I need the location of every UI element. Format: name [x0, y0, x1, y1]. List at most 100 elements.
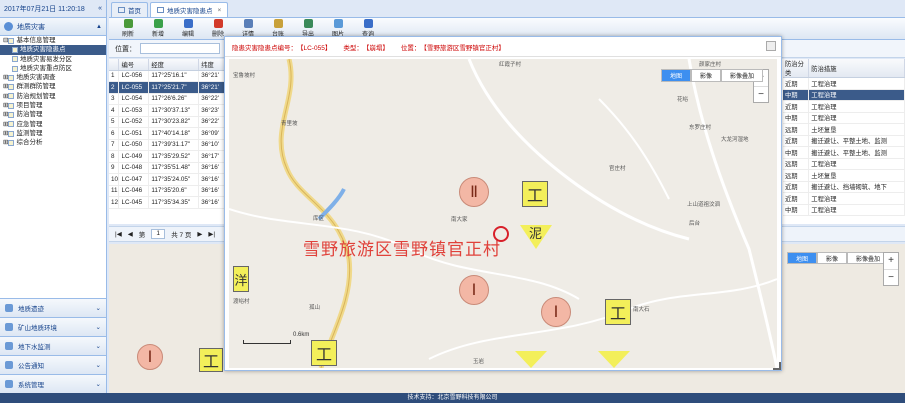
table-cell: 117°35'51.48" — [148, 162, 200, 174]
tree-node[interactable]: ⊞ 防治管理 — [0, 110, 106, 119]
map-type-tab[interactable]: 影像叠加 — [720, 69, 763, 82]
collapse-sidebar-icon[interactable]: « — [98, 5, 102, 12]
landslide-marker[interactable]: 洋 — [233, 266, 249, 292]
hazard-level-marker[interactable]: Ⅰ — [541, 297, 571, 327]
tree-node[interactable]: 地质灾害重点防区 — [0, 64, 106, 73]
panel-collapse-icon[interactable]: ▲ — [96, 24, 102, 30]
table-row[interactable]: 远期 土坯复垦 — [783, 123, 905, 136]
selected-hazard-marker[interactable] — [493, 226, 509, 242]
table-row[interactable]: 6 LC-051 117°40'14.18" 36°09' — [109, 127, 231, 140]
table-row[interactable]: 2 LC-055 117°25'21.7" 36°21' — [109, 81, 231, 94]
table-row[interactable]: 远期 土坯复垦 — [783, 169, 905, 182]
construction-marker[interactable]: 工 — [311, 340, 337, 366]
hazard-level-marker[interactable]: Ⅱ — [459, 177, 489, 207]
table-row[interactable]: 近期 工程治理 — [783, 192, 905, 205]
table-row[interactable]: 12 LC-045 117°35'34.35" 36°16' — [109, 196, 231, 209]
table-row[interactable]: 4 LC-053 117°30'37.13" 36°23' — [109, 104, 231, 117]
accordion-item[interactable]: 系统管理 ⌄ — [0, 374, 106, 393]
tab-close-icon[interactable]: × — [218, 7, 222, 14]
tree-node[interactable]: 地质灾害隐患点 — [0, 45, 106, 55]
table-row[interactable]: 远期 工程治理 — [783, 158, 905, 170]
tree-node[interactable]: ⊞ 防治规划管理 — [0, 92, 106, 101]
table-row[interactable]: 中期 工程治理 — [783, 112, 905, 124]
expand-chevron-icon[interactable]: ⌄ — [96, 380, 101, 388]
construction-marker[interactable]: 工 — [605, 299, 631, 325]
table-cell: 9 — [109, 162, 120, 174]
hazard-id-label: 隐患灾害隐患点编号： — [232, 44, 297, 52]
column-header[interactable]: 经度 — [148, 59, 200, 71]
accordion-item[interactable]: 地质遗迹 ⌄ — [0, 298, 106, 317]
table-row[interactable]: 8 LC-049 117°35'29.52" 36°17' — [109, 150, 231, 163]
bg-construction-marker[interactable]: 工 — [199, 348, 223, 372]
toolbar-button[interactable]: 编辑 — [173, 19, 203, 38]
map-type-tab[interactable]: 影像 — [690, 69, 721, 82]
column-header[interactable]: 防治措施 — [808, 59, 905, 78]
table-cell: 117°25'16.1" — [148, 70, 200, 82]
table-row[interactable]: 7 LC-050 117°39'31.17" 36°10' — [109, 139, 231, 151]
debris-flow-marker[interactable] — [598, 351, 630, 368]
toolbar-icon — [333, 19, 343, 28]
table-row[interactable]: 10 LC-047 117°35'24.05" 36°16' — [109, 173, 231, 186]
zoom-out-button[interactable]: − — [754, 86, 768, 102]
table-cell: LC-046 — [118, 185, 150, 197]
pager-page-input[interactable]: 1 — [151, 229, 166, 239]
table-row[interactable]: 近期 工程治理 — [783, 100, 905, 113]
table-row[interactable]: 中期 工程治理 — [783, 89, 905, 101]
accordion-item[interactable]: 矿山地质环境 ⌄ — [0, 317, 106, 336]
table-row[interactable]: 5 LC-052 117°30'23.82" 36°22' — [109, 116, 231, 128]
dialog-close-button[interactable] — [766, 41, 776, 51]
bg-hazard-marker[interactable]: Ⅰ — [137, 344, 163, 370]
panel-header[interactable]: 地质灾害 ▲ — [0, 18, 106, 36]
column-header[interactable]: 防治分类 — [783, 59, 810, 78]
table-row[interactable]: 1 LC-056 117°25'16.1" 36°21' — [109, 70, 231, 82]
expand-chevron-icon[interactable]: ⌄ — [96, 361, 101, 369]
expand-chevron-icon[interactable]: ⌄ — [96, 342, 101, 350]
map-type-tab[interactable]: 地图 — [660, 69, 691, 82]
bg-zoom-out-button[interactable]: − — [884, 269, 898, 285]
table-row[interactable]: 近期 工程治理 — [783, 77, 905, 90]
scale-bar: 0.6km — [243, 332, 309, 344]
pager-next-button[interactable]: ▶ — [197, 230, 202, 238]
tree-node[interactable]: ⊞ 监测管理 — [0, 129, 106, 138]
tab[interactable]: 首页 — [111, 2, 148, 17]
tree-node-label: 地质灾害隐患点 — [20, 46, 66, 54]
home-icon — [118, 7, 125, 13]
dialog-resize-handle[interactable] — [773, 362, 781, 370]
table-row[interactable]: 近期 搬迁避让、挡墙砌筑、地下 — [783, 181, 905, 193]
table-row[interactable]: 中期 搬迁避让、平整土地、监测 — [783, 146, 905, 159]
column-header[interactable]: 编号 — [118, 59, 150, 71]
tree-node-label: 监测管理 — [16, 129, 43, 137]
expand-chevron-icon[interactable]: ⌄ — [96, 323, 101, 331]
location-input[interactable] — [140, 43, 220, 54]
table-row[interactable]: 近期 搬迁避让、平整土地、监测 — [783, 135, 905, 147]
accordion-item[interactable]: 公告通知 ⌄ — [0, 355, 106, 374]
column-header[interactable] — [109, 59, 120, 71]
bg-zoom-in-button[interactable]: + — [884, 253, 898, 269]
accordion-item[interactable]: 地下水监测 ⌄ — [0, 336, 106, 355]
construction-marker[interactable]: 工 — [522, 181, 548, 207]
pager-prev-button[interactable]: ◀ — [128, 230, 133, 238]
debris-flow-marker[interactable] — [515, 351, 547, 368]
table-row[interactable]: 11 LC-046 117°35'20.6" 36°16' — [109, 185, 231, 197]
detail-map[interactable]: 地图影像影像叠加 + − 宝鲁坡村 青里坡 红霞子村 颜家庄村 花峪 官庄村 东… — [229, 59, 777, 368]
tree-node[interactable]: ⊞ 群测群防管理 — [0, 82, 106, 91]
pager-first-button[interactable]: |◀ — [115, 230, 122, 238]
tree-node[interactable]: ⊞ 应急管理 — [0, 120, 106, 129]
toolbar-button[interactable]: 新增 — [143, 19, 173, 38]
tree-node[interactable]: ⊞ 地质灾害调查 — [0, 73, 106, 82]
hazard-level-marker[interactable]: Ⅰ — [459, 275, 489, 305]
toolbar-button[interactable]: 刷新 — [113, 19, 143, 38]
table-row[interactable]: 中期 工程治理 — [783, 204, 905, 216]
tree-node[interactable]: 地质灾害易发分区 — [0, 55, 106, 64]
bg-map-type-tab[interactable]: 影像 — [816, 252, 847, 264]
table-row[interactable]: 9 LC-048 117°35'51.48" 36°16' — [109, 162, 231, 174]
tree-node[interactable]: ⊟ 基本信息管理 — [0, 36, 106, 45]
bg-map-type-tab[interactable]: 地图 — [786, 252, 817, 264]
table-cell: 117°25'21.7" — [148, 81, 200, 94]
tree-node[interactable]: ⊞ 综合分析 — [0, 138, 106, 147]
tree-node[interactable]: ⊞ 项目管理 — [0, 101, 106, 110]
table-row[interactable]: 3 LC-054 117°26'6.26" 36°22' — [109, 93, 231, 105]
pager-last-button[interactable]: ▶| — [208, 230, 215, 238]
expand-chevron-icon[interactable]: ⌄ — [96, 304, 101, 312]
tab[interactable]: 地质灾害隐患点 × — [150, 2, 229, 17]
